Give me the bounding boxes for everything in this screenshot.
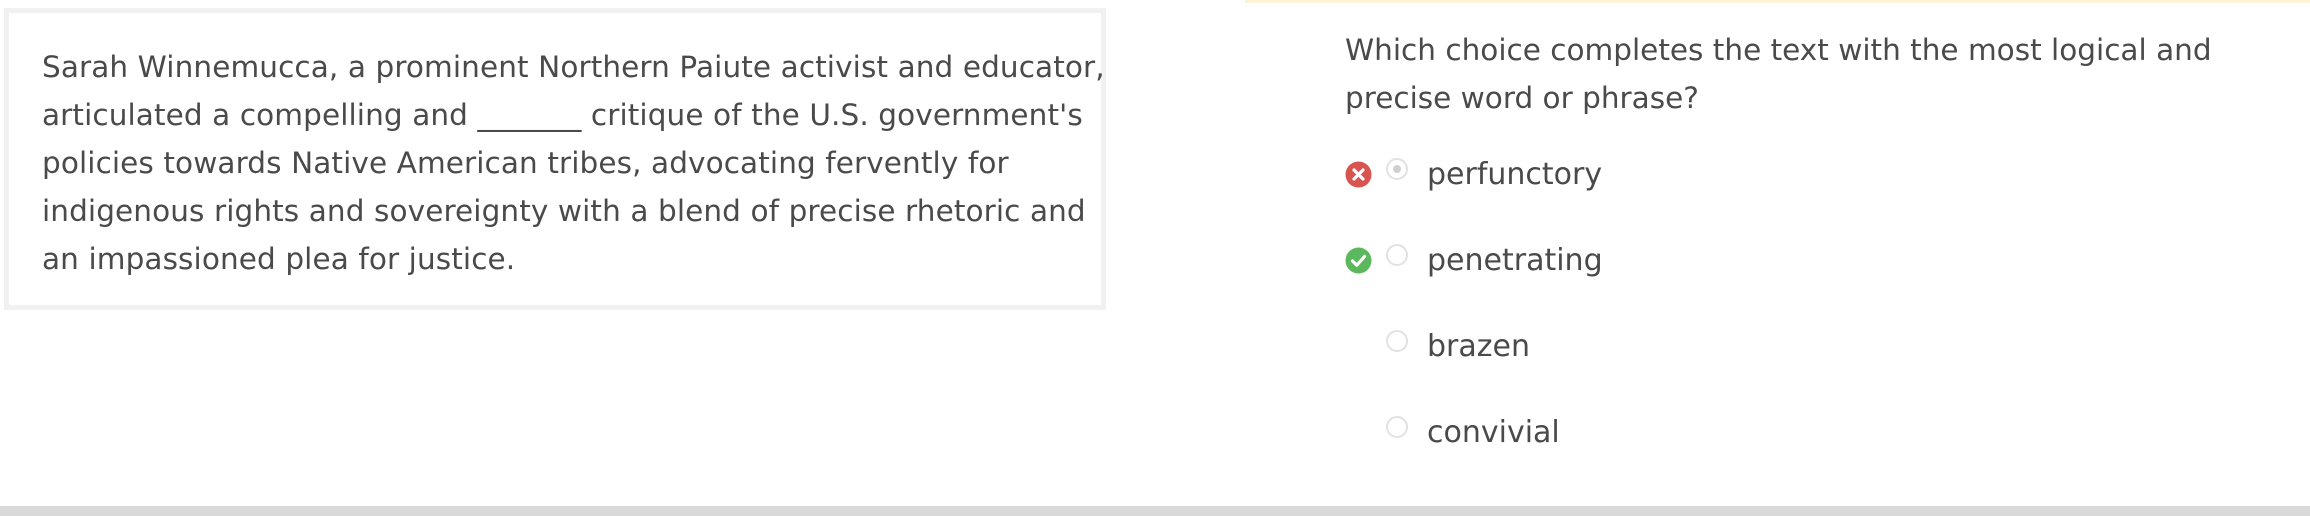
choice-label: penetrating — [1427, 243, 1603, 278]
question-area: Which choice completes the text with the… — [1345, 26, 2285, 122]
question-line: precise word or phrase? — [1345, 81, 1699, 115]
question-line: Which choice completes the text with the… — [1345, 33, 2212, 67]
bottom-scroll-bar — [0, 506, 2310, 516]
passage-text: Sarah Winnemucca, a prominent Northern P… — [42, 43, 1105, 283]
question-prompt: Which choice completes the text with the… — [1345, 26, 2285, 122]
choice-penetrating[interactable]: penetrating — [1345, 241, 1945, 281]
passage-line: policies towards Native American tribes,… — [42, 146, 1009, 180]
question-page: Sarah Winnemucca, a prominent Northern P… — [0, 0, 2310, 516]
x-circle-icon — [1345, 161, 1372, 188]
choice-label: brazen — [1427, 329, 1530, 364]
choice-convivial[interactable]: convivial — [1345, 413, 1945, 453]
radio-button[interactable] — [1386, 416, 1408, 438]
choice-perfunctory[interactable]: perfunctory — [1345, 155, 1945, 195]
radio-button[interactable] — [1386, 330, 1408, 352]
passage-line: Sarah Winnemucca, a prominent Northern P… — [42, 50, 1105, 84]
choice-label: convivial — [1427, 415, 1560, 450]
passage-line: articulated a compelling and _______ cri… — [42, 98, 1083, 132]
radio-button[interactable] — [1386, 244, 1408, 266]
passage-line: indigenous rights and sovereignty with a… — [42, 194, 1086, 228]
choice-label: perfunctory — [1427, 157, 1603, 192]
choice-brazen[interactable]: brazen — [1345, 327, 1945, 367]
top-accent-bar — [1245, 0, 2310, 3]
passage-card: Sarah Winnemucca, a prominent Northern P… — [4, 8, 1106, 310]
radio-button[interactable] — [1386, 158, 1408, 180]
check-circle-icon — [1345, 247, 1372, 274]
passage-line: an impassioned plea for justice. — [42, 242, 516, 276]
